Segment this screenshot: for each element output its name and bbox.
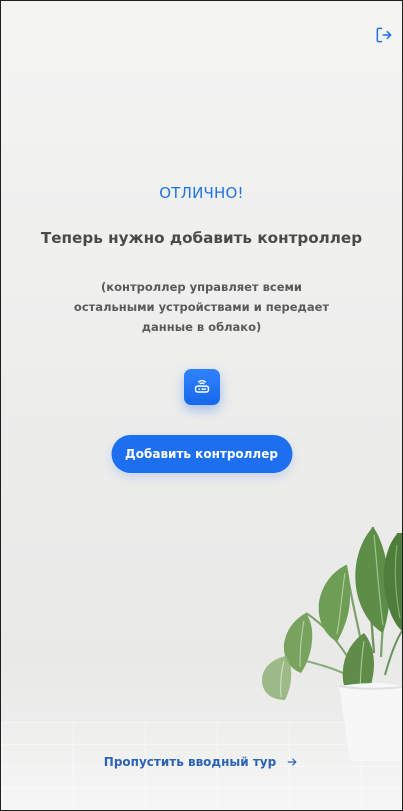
add-controller-title: Теперь нужно добавить контроллер [40,229,363,247]
skip-tour-link[interactable]: Пропустить вводный тур [104,755,299,769]
plant-decoration [262,526,402,761]
success-headline: ОТЛИЧНО! [159,184,244,202]
controller-icon-badge [183,369,220,405]
controller-description: (контроллер управляет всеми остальными у… [73,280,330,334]
logout-icon [376,27,392,43]
skip-tour-label: Пропустить вводный тур [103,755,277,769]
add-controller-button[interactable]: Добавить контроллер [111,435,292,473]
arrow-right-icon [287,758,297,766]
controller-icon [194,379,209,393]
onboarding-screen: ОТЛИЧНО! Теперь нужно добавить контролле… [0,0,403,811]
logout-button[interactable] [373,25,395,45]
